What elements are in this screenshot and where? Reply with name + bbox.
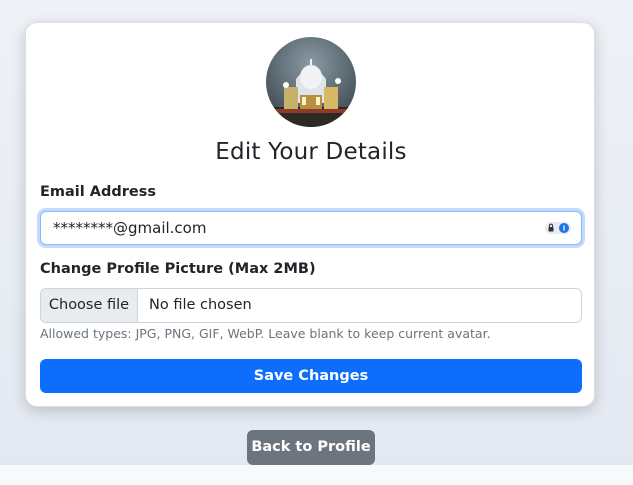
- picture-label: Change Profile Picture (Max 2MB): [40, 261, 316, 277]
- lock-info-icon[interactable]: [544, 221, 572, 235]
- choose-file-button[interactable]: Choose file: [41, 289, 138, 322]
- edit-details-card: Edit Your Details Email Address ********…: [25, 22, 595, 407]
- save-button[interactable]: Save Changes: [40, 359, 582, 393]
- email-field[interactable]: ********@gmail.com: [40, 211, 582, 245]
- email-value: ********@gmail.com: [53, 219, 207, 237]
- page-title: Edit Your Details: [215, 139, 407, 165]
- file-help-text: Allowed types: JPG, PNG, GIF, WebP. Leav…: [40, 326, 491, 341]
- email-label: Email Address: [40, 184, 157, 200]
- avatar-file-input[interactable]: Choose file No file chosen: [40, 288, 582, 323]
- file-status-text: No file chosen: [149, 297, 252, 313]
- avatar: [266, 37, 356, 127]
- avatar-image: [266, 37, 356, 127]
- page-footer-strip: [0, 465, 633, 485]
- back-to-profile-button[interactable]: Back to Profile: [247, 430, 375, 465]
